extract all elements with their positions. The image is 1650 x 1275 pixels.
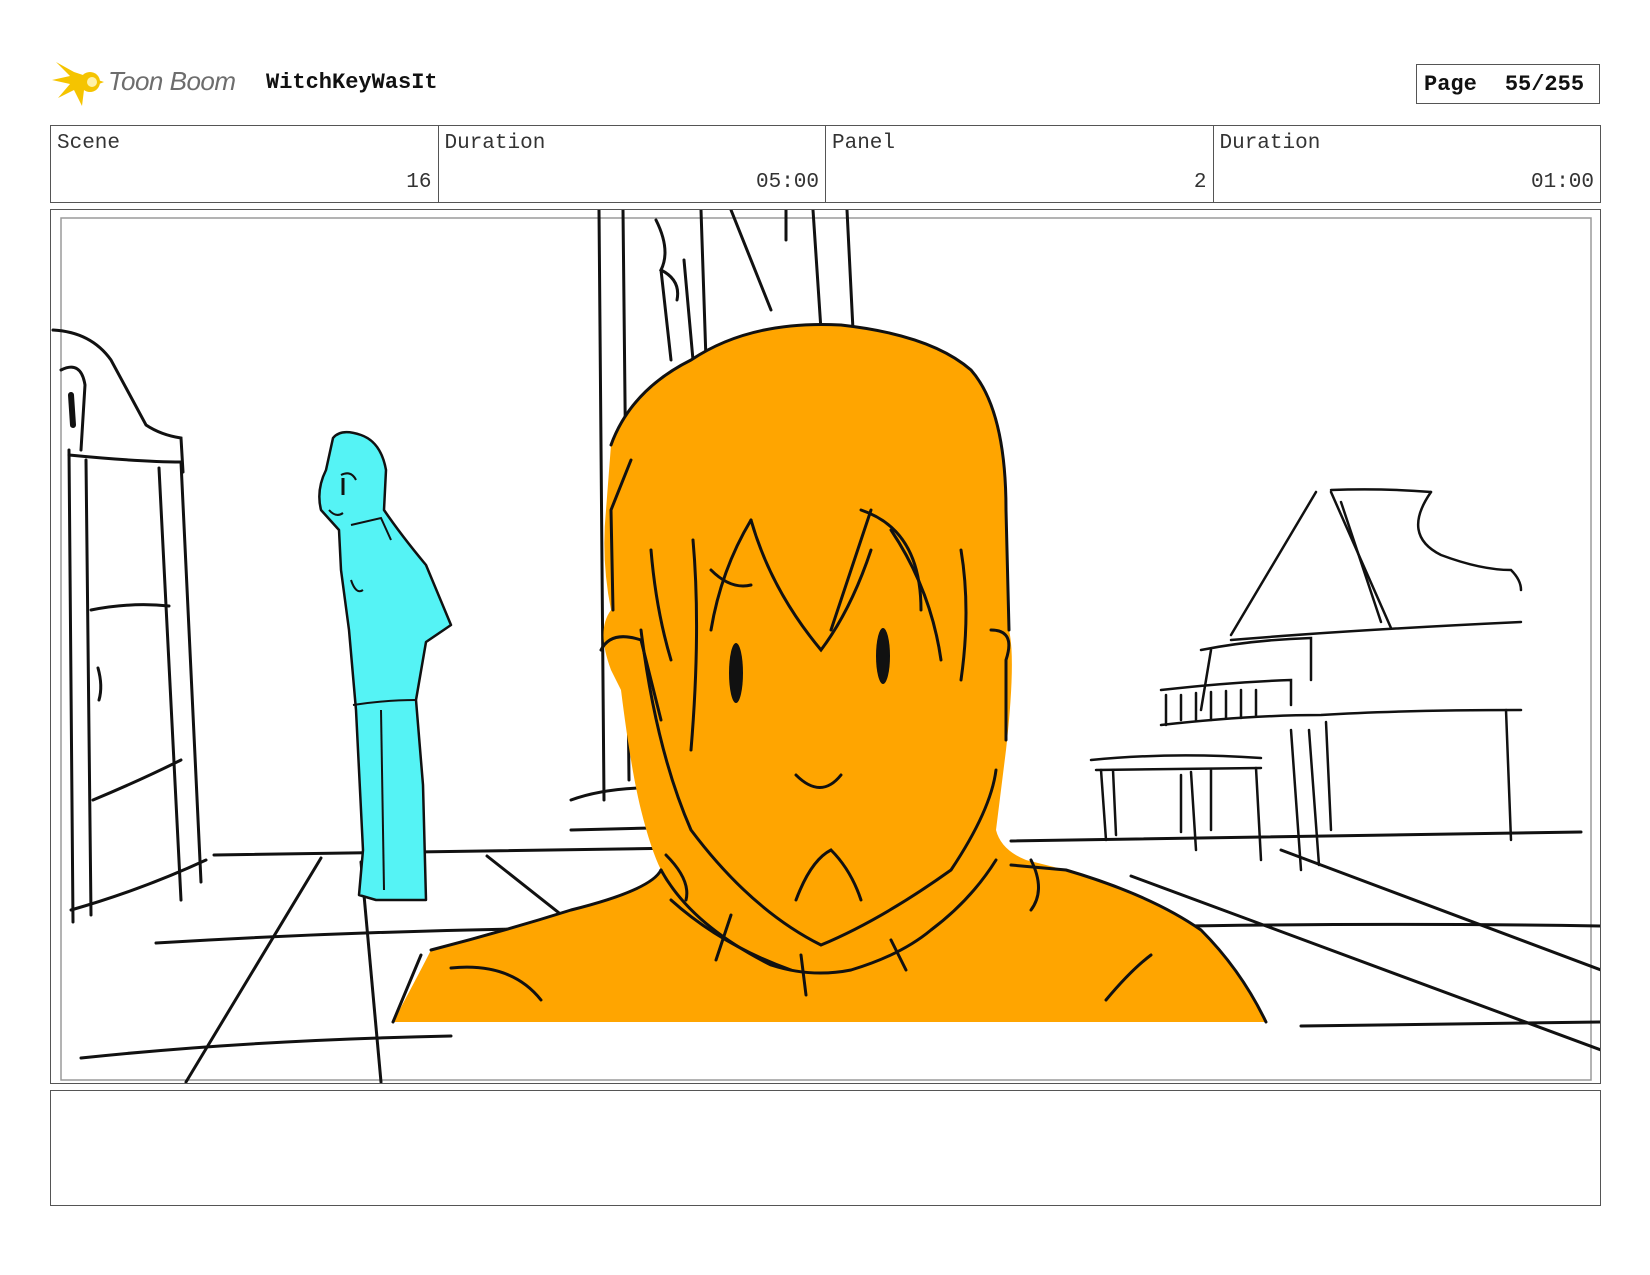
- page-label: Page: [1424, 71, 1477, 97]
- panel-info-table: Scene 16 Duration 05:00 Panel 2 Duration…: [50, 125, 1601, 203]
- piano-sketch: [1089, 488, 1523, 872]
- cabinet-sketch: [51, 328, 208, 924]
- page-header: Toon Boom WitchKeyWasIt Page 55/255: [52, 56, 1602, 112]
- panel-notes-box: [50, 1090, 1601, 1206]
- scene-duration-label: Duration: [444, 132, 546, 155]
- storyboard-panel: [50, 209, 1601, 1084]
- panel-duration-cell: Duration 01:00: [1214, 126, 1601, 202]
- page-number: 55/255: [1504, 71, 1585, 97]
- scene-duration-value: 05:00: [755, 171, 819, 194]
- panel-value: 2: [1193, 171, 1207, 194]
- panel-cell: Panel 2: [826, 126, 1214, 202]
- toon-boom-logo: Toon Boom: [52, 58, 252, 108]
- logo-text: Toon Boom: [108, 66, 236, 96]
- panel-label: Panel: [832, 132, 896, 155]
- panel-duration-value: 01:00: [1530, 171, 1594, 194]
- right-eye: [876, 628, 890, 684]
- storyboard-drawing: [51, 210, 1600, 1083]
- scene-cell: Scene 16: [51, 126, 439, 202]
- page-indicator: Page 55/255: [1416, 64, 1600, 104]
- background-character: [318, 430, 453, 902]
- foreground-character: [391, 322, 1268, 1024]
- scene-duration-cell: Duration 05:00: [439, 126, 826, 202]
- star-burst-icon: [52, 62, 104, 106]
- panel-duration-label: Duration: [1219, 132, 1321, 155]
- left-eye: [729, 643, 743, 703]
- project-title: WitchKeyWasIt: [266, 70, 438, 95]
- scene-value: 16: [406, 171, 432, 194]
- scene-label: Scene: [57, 132, 121, 155]
